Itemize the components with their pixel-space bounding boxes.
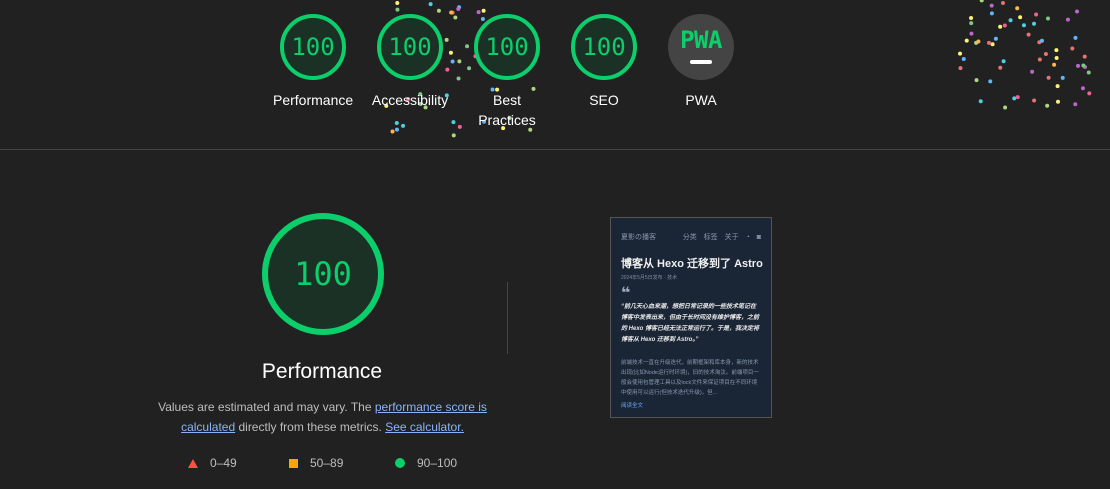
github-icon: ◙	[756, 234, 761, 241]
thumb-quote: “前几天心血来潮，想把日常记录的一些技术笔记在博客中发表出来，但由于长时间没有维…	[621, 304, 760, 343]
gauge-ring: 100	[571, 14, 637, 80]
legend-pass-label: 90–100	[417, 456, 458, 470]
confetti-dot	[1015, 6, 1020, 11]
gauge-label: Performance	[273, 92, 354, 108]
final-screenshot-thumbnail[interactable]: 夏影の播客 分类 标签 关于 ◔ ◙ 博客从 Hexo 迁移到了 Astro 2…	[610, 217, 772, 418]
confetti-dot	[395, 0, 400, 5]
gauge-label: PWA	[685, 92, 717, 108]
desc-prefix: Values are estimated and may vary. The	[158, 400, 375, 414]
gauge-seo[interactable]: 100 SEO	[564, 14, 644, 110]
legend-average-label: 50–89	[310, 456, 344, 470]
confetti-dot	[481, 8, 486, 13]
confetti-dot	[436, 8, 441, 13]
legend-pass: 90–100	[395, 456, 457, 470]
score-legend: 0–49 50–89 90–100	[0, 456, 1110, 472]
thumb-post-meta: 2024年5月5日发布 · 技术	[621, 275, 678, 281]
confetti-dot	[989, 3, 994, 8]
thumb-nav-item: 关于	[724, 234, 739, 241]
confetti-dot	[456, 6, 461, 11]
performance-title: Performance	[261, 360, 383, 383]
performance-score: 100	[294, 255, 352, 293]
performance-description: Values are estimated and may vary. The p…	[150, 397, 495, 437]
gauge-score: 100	[485, 33, 529, 61]
gauge-score: 100	[582, 33, 626, 61]
gauge-ring: 100	[474, 14, 540, 80]
thumb-nav-links: 分类 标签 关于 ◔ ◙	[678, 232, 761, 242]
thumb-read-more: 阅读全文	[621, 403, 644, 409]
gauge-ring: 100	[280, 14, 346, 80]
thumb-post-title: 博客从 Hexo 迁移到了 Astro	[621, 258, 763, 270]
gauge-label: SEO	[589, 92, 619, 108]
quote-icon: ❝	[621, 285, 631, 302]
section-divider	[0, 149, 1110, 150]
legend-fail: 0–49	[188, 456, 237, 470]
gauge-accessibility[interactable]: 100 Accessibility	[370, 14, 450, 110]
gauge-pwa[interactable]: PWA PWA	[661, 14, 741, 110]
thumb-body: 前端技术一直在升级迭代，前期框架和库本身，新的技术出现(比如Node运行时环境)…	[621, 360, 759, 396]
gauge-label: Best Practices	[478, 92, 536, 128]
gauge-ring: 100	[377, 14, 443, 80]
legend-fail-label: 0–49	[210, 456, 237, 470]
pwa-icon: PWA	[680, 26, 722, 54]
pwa-badge: PWA	[668, 14, 734, 80]
confetti-dot	[1075, 9, 1080, 14]
triangle-icon	[188, 458, 198, 468]
confetti-dot	[1000, 1, 1005, 6]
thumb-site-name: 夏影の播客	[621, 234, 656, 241]
gauge-best-practices[interactable]: 100 Best Practices	[467, 14, 547, 130]
gauge-performance[interactable]: 100 Performance	[273, 14, 353, 110]
rss-icon: ◔	[745, 234, 750, 241]
confetti-dot	[428, 2, 433, 7]
thumb-nav-item: 分类	[682, 234, 697, 241]
confetti-dot	[979, 0, 984, 3]
square-icon	[289, 458, 298, 468]
gauge-score: 100	[388, 33, 432, 61]
gauge-label: Accessibility	[371, 92, 449, 108]
dash-icon	[690, 60, 712, 64]
thumb-nav-item: 标签	[703, 234, 718, 241]
thumb-nav: 夏影の播客 分类 标签 关于 ◔ ◙	[611, 218, 771, 242]
confetti-dot	[395, 7, 400, 12]
legend-average: 50–89	[289, 456, 343, 470]
see-calculator-link[interactable]: See calculator.	[385, 420, 464, 434]
confetti-dot	[457, 5, 462, 10]
category-gauges: 100 Performance 100 Accessibility 100 Be…	[0, 14, 1110, 134]
performance-score-gauge: 100	[262, 213, 384, 335]
circle-icon	[395, 458, 405, 468]
desc-middle: directly from these metrics.	[235, 420, 386, 434]
gauge-score: 100	[291, 33, 335, 61]
vertical-divider	[507, 282, 508, 354]
